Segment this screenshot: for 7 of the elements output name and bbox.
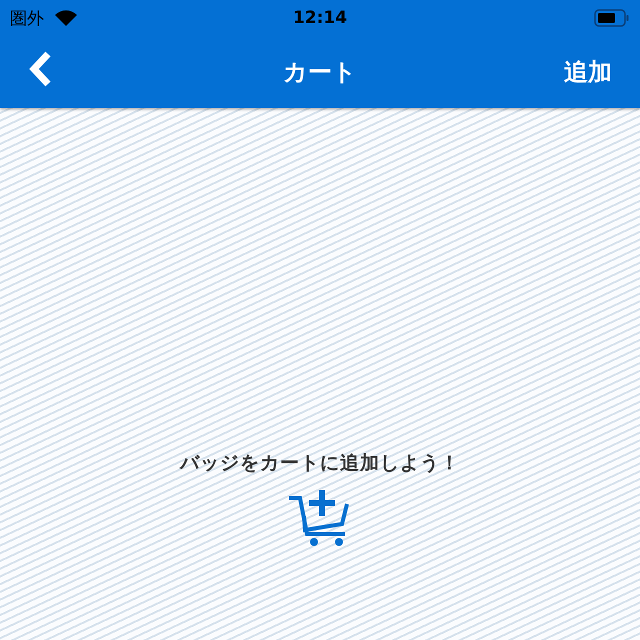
wifi-icon <box>54 9 78 27</box>
empty-cart-message: バッジをカートに追加しよう！ <box>180 451 460 476</box>
add-button[interactable]: 追加 <box>564 56 612 88</box>
battery-icon <box>594 9 630 27</box>
carrier-label: 圏外 <box>10 8 44 30</box>
clock-time: 12:14 <box>292 8 348 28</box>
screen-title: カート <box>283 57 357 88</box>
